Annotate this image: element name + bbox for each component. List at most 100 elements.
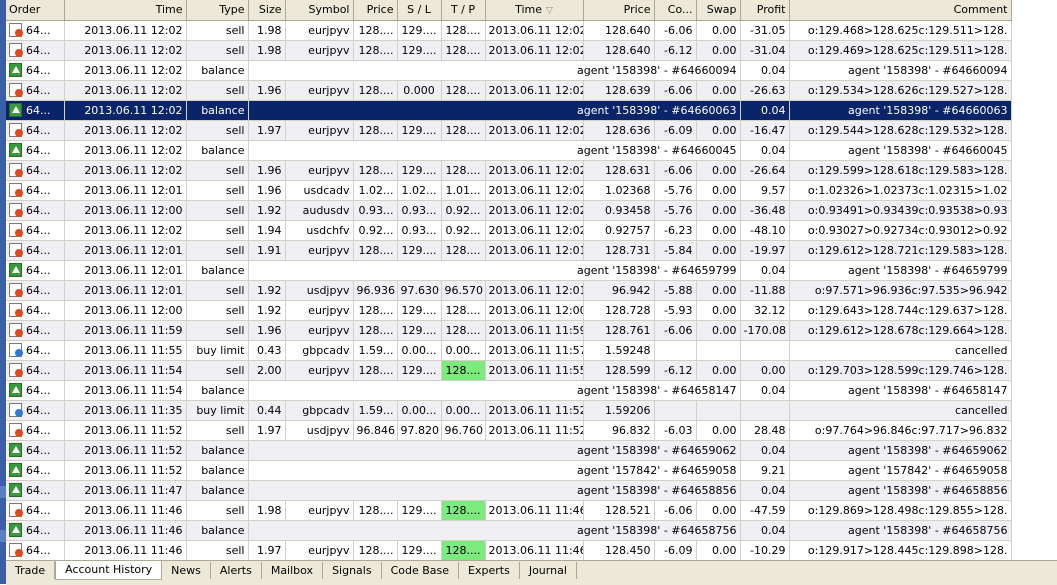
cell-commission: -6.12 xyxy=(654,360,697,381)
tab-signals[interactable]: Signals xyxy=(323,562,382,579)
cell-commission: -6.06 xyxy=(654,20,697,41)
cell-profit: 0.04 xyxy=(740,380,790,401)
cell-order: 64... xyxy=(6,120,65,141)
cell-close-price: 1.59206 xyxy=(583,400,655,421)
order-number: 64... xyxy=(26,363,51,377)
cell-comment: agent '158398' - #64658147 xyxy=(789,380,1012,401)
table-row[interactable]: 64... 2013.06.11 11:52 sell 1.97 usdjpyv 96.8… xyxy=(6,420,1012,441)
cell-take-profit: 128.... xyxy=(441,240,486,261)
cell-order: 64... xyxy=(6,420,65,441)
cell-size: 1.96 xyxy=(248,180,286,201)
cell-close-price: 128.636 xyxy=(583,120,655,141)
column-header-swap[interactable]: Swap xyxy=(696,0,741,21)
table-row[interactable]: 64... 2013.06.11 11:59 sell 1.96 eurjpyv 128.… xyxy=(6,320,1012,341)
tab-journal[interactable]: Journal xyxy=(520,562,577,579)
table-row[interactable]: 64... 2013.06.11 11:47 balance agent '15839… xyxy=(6,480,1012,501)
cell-symbol: eurjpyv xyxy=(285,40,354,61)
column-header-take-profit[interactable]: T / P xyxy=(441,0,486,21)
cell-type: balance xyxy=(186,140,249,161)
table-row[interactable]: 64... 2013.06.11 12:01 balance agent '15839… xyxy=(6,260,1012,281)
table-row[interactable]: 64... 2013.06.11 12:02 sell 1.97 eurjpyv 128.… xyxy=(6,120,1012,141)
table-row[interactable]: 64... 2013.06.11 12:00 sell 1.92 eurjpyv 128.… xyxy=(6,300,1012,321)
column-header-stop-loss[interactable]: S / L xyxy=(397,0,442,21)
table-row[interactable]: 64... 2013.06.11 12:02 sell 1.96 eurjpyv 128.… xyxy=(6,80,1012,101)
tab-account-history[interactable]: Account History xyxy=(55,561,163,580)
tab-code-base[interactable]: Code Base xyxy=(382,562,460,579)
cell-comment: o:129.703>128.599c:129.746>128. xyxy=(789,360,1012,381)
column-header-symbol[interactable]: Symbol xyxy=(285,0,354,21)
column-header-open-time[interactable]: Time xyxy=(64,0,187,21)
table-row[interactable]: 64... 2013.06.11 11:46 sell 1.98 eurjpyv 128.… xyxy=(6,500,1012,521)
table-row[interactable]: 64... 2013.06.11 12:02 sell 1.96 eurjpyv 128.… xyxy=(6,160,1012,181)
tab-alerts[interactable]: Alerts xyxy=(211,562,262,579)
cell-open-price: 128.... xyxy=(353,120,398,141)
tab-mailbox[interactable]: Mailbox xyxy=(262,562,324,579)
column-header-label: Size xyxy=(258,3,282,17)
table-row[interactable]: 64... 2013.06.11 11:46 balance agent '15839… xyxy=(6,520,1012,541)
cell-commission: -6.06 xyxy=(654,80,697,101)
table-row[interactable]: 64... 2013.06.11 12:02 sell 1.94 usdchfv 0.92… xyxy=(6,220,1012,241)
cell-close-time: 2013.06.11 11:59 xyxy=(485,320,584,341)
column-header-close-price[interactable]: Price xyxy=(583,0,655,21)
table-row[interactable]: 64... 2013.06.11 11:52 balance agent '15839… xyxy=(6,440,1012,461)
table-row[interactable]: 64... 2013.06.11 11:46 sell 1.97 eurjpyv 128.… xyxy=(6,540,1012,560)
cell-close-price: 96.942 xyxy=(583,280,655,301)
column-header-size[interactable]: Size xyxy=(248,0,286,21)
table-row[interactable]: 64... 2013.06.11 11:55 buy limit 0.43 gbpcad… xyxy=(6,340,1012,361)
column-header-commission[interactable]: Co... xyxy=(654,0,697,21)
sell-deal-icon xyxy=(9,203,23,217)
table-row[interactable]: 64... 2013.06.11 12:02 balance agent '15839… xyxy=(6,140,1012,161)
cell-commission: -5.88 xyxy=(654,280,697,301)
tab-experts[interactable]: Experts xyxy=(459,562,520,579)
column-header-type[interactable]: Type xyxy=(186,0,249,21)
cell-open-time: 2013.06.11 11:46 xyxy=(64,500,187,521)
cell-order: 64... xyxy=(6,80,65,101)
cell-open-price: 128.... xyxy=(353,40,398,61)
cell-close-time: 2013.06.11 11:52 xyxy=(485,400,584,421)
cell-open-time: 2013.06.11 12:01 xyxy=(64,280,187,301)
table-row[interactable]: 64... 2013.06.11 11:52 balance agent '15784… xyxy=(6,460,1012,481)
cell-take-profit: 128.... xyxy=(441,360,486,381)
cell-order: 64... xyxy=(6,100,65,121)
cell-close-time: 2013.06.11 11:55 xyxy=(485,360,584,381)
cell-order: 64... xyxy=(6,240,65,261)
cell-symbol: gbpcadv xyxy=(285,400,354,421)
column-header-profit[interactable]: Profit xyxy=(740,0,790,21)
cell-profit: -26.63 xyxy=(740,80,790,101)
cell-take-profit: 1.01... xyxy=(441,180,486,201)
column-header-close-time[interactable]: Time ▽ xyxy=(485,0,584,21)
column-header-order[interactable]: Order xyxy=(6,0,65,21)
cell-order: 64... xyxy=(6,260,65,281)
table-row[interactable]: 64... 2013.06.11 12:01 sell 1.92 usdjpyv 96.9… xyxy=(6,280,1012,301)
order-number: 64... xyxy=(26,463,51,477)
table-row[interactable]: 64... 2013.06.11 11:35 buy limit 0.44 gbpcad… xyxy=(6,400,1012,421)
order-number: 64... xyxy=(26,123,51,137)
table-row[interactable]: 64... 2013.06.11 12:00 sell 1.92 audusdv 0.93… xyxy=(6,200,1012,221)
cell-type: sell xyxy=(186,220,249,241)
table-row[interactable]: 64... 2013.06.11 12:02 balance agent '15839… xyxy=(6,60,1012,81)
cell-commission: -6.12 xyxy=(654,40,697,61)
column-header-comment[interactable]: Comment xyxy=(789,0,1012,21)
table-row[interactable]: 64... 2013.06.11 12:02 sell 1.98 eurjpyv 128.… xyxy=(6,20,1012,41)
table-row[interactable]: 64... 2013.06.11 12:02 sell 1.98 eurjpyv 128.… xyxy=(6,40,1012,61)
table-row[interactable]: 64... 2013.06.11 11:54 sell 2.00 eurjpyv 128.… xyxy=(6,360,1012,381)
column-header-open-price[interactable]: Price xyxy=(353,0,398,21)
cell-order: 64... xyxy=(6,40,65,61)
order-number: 64... xyxy=(26,303,51,317)
cell-commission: -6.06 xyxy=(654,160,697,181)
table-row[interactable]: 64... 2013.06.11 12:02 balance agent '15839… xyxy=(6,100,1012,121)
cell-stop-loss: 0.00... xyxy=(397,340,442,361)
deal-direction-dot xyxy=(15,509,23,517)
table-row[interactable]: 64... 2013.06.11 12:01 sell 1.91 eurjpyv 128.… xyxy=(6,240,1012,261)
cell-symbol: eurjpyv xyxy=(285,300,354,321)
cell-comment: o:129.643>128.744c:129.637>128. xyxy=(789,300,1012,321)
table-row[interactable]: 64... 2013.06.11 11:54 balance agent '15839… xyxy=(6,380,1012,401)
cell-close-time: 2013.06.11 12:02 xyxy=(485,220,584,241)
cell-commission xyxy=(654,340,697,361)
tab-trade[interactable]: Trade xyxy=(6,562,56,579)
table-row[interactable]: 64... 2013.06.11 12:01 sell 1.96 usdcadv 1.02… xyxy=(6,180,1012,201)
sell-deal-icon xyxy=(9,223,23,237)
tab-news[interactable]: News xyxy=(162,562,211,579)
cell-swap: 0.00 xyxy=(696,280,741,301)
deal-direction-dot xyxy=(15,229,23,237)
